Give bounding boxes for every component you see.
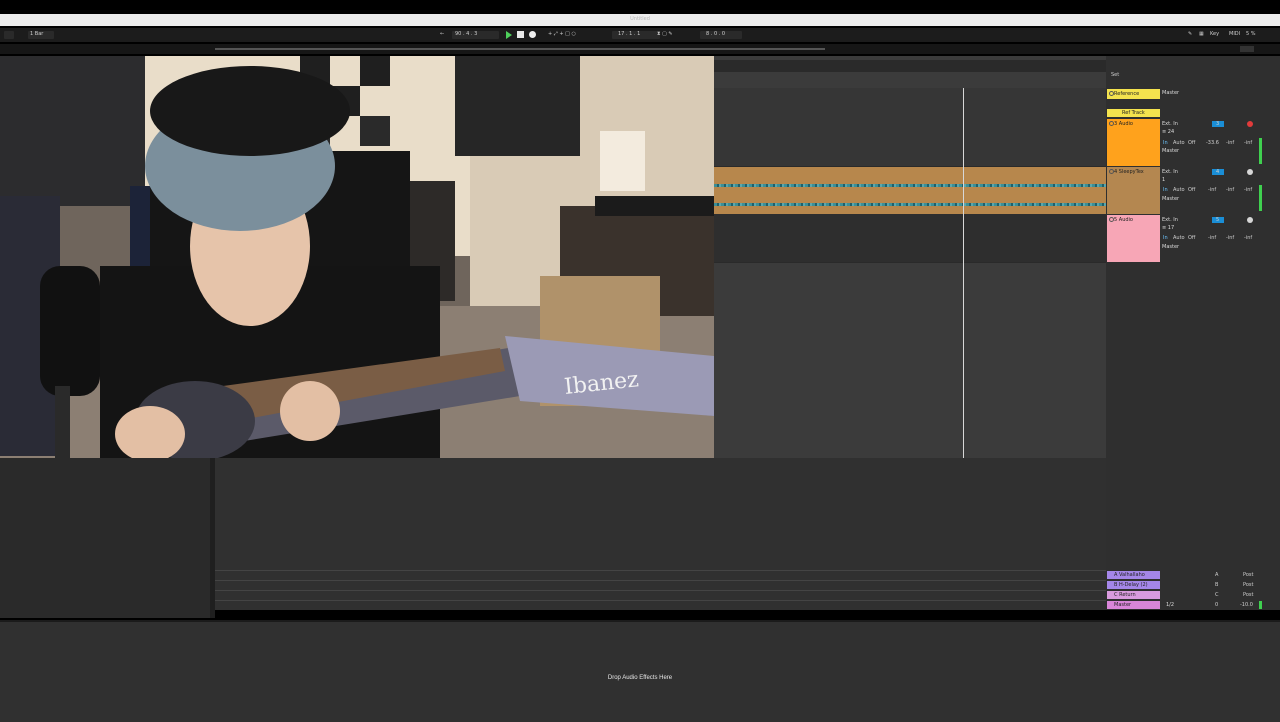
track5-volume[interactable]: -inf: [1208, 235, 1216, 241]
loop-icons[interactable]: + ⤢ + □ ○: [548, 31, 576, 37]
webcam-scene: Ibanez: [0, 56, 714, 458]
title-bar: Untitled: [0, 14, 1280, 26]
track3-input-select[interactable]: Ext. In: [1162, 121, 1178, 127]
panel-divider[interactable]: [210, 458, 215, 618]
webcam-video: Ibanez: [0, 56, 714, 458]
master-meter: [1259, 601, 1262, 609]
track3-output-select[interactable]: Master: [1162, 148, 1179, 154]
track3-arm-button[interactable]: [1247, 121, 1253, 127]
track-header-ref-track[interactable]: Ref Track: [1107, 109, 1160, 117]
key-map-button[interactable]: Key: [1210, 31, 1219, 37]
master-header[interactable]: Master: [1107, 601, 1160, 609]
arrangement-overview[interactable]: [0, 44, 1280, 54]
track4-number[interactable]: 4: [1212, 169, 1224, 175]
stop-button[interactable]: [517, 31, 524, 38]
track4-monitor-in[interactable]: In: [1163, 187, 1168, 193]
key-map-icon[interactable]: ▦: [1199, 31, 1204, 37]
set-label: Set: [1111, 72, 1120, 78]
track-header-4-sleepytex[interactable]: 4 SleepyTex: [1107, 167, 1160, 214]
return-divider: [215, 570, 1106, 571]
midi-map-button[interactable]: MIDI: [1229, 31, 1240, 37]
track4-meter: [1259, 185, 1262, 211]
track5-arm-button[interactable]: [1247, 217, 1253, 223]
quantize-menu[interactable]: 1 Bar: [28, 31, 54, 39]
track5-monitor-off[interactable]: Off: [1188, 235, 1195, 241]
return-divider: [215, 580, 1106, 581]
loop-length-field[interactable]: 8 . 0 . 0: [700, 31, 742, 39]
track5-monitor-auto[interactable]: Auto: [1173, 235, 1185, 241]
return-a-letter[interactable]: A: [1215, 572, 1218, 578]
master-output-select[interactable]: 1/2: [1166, 602, 1174, 608]
track-lane-5-audio[interactable]: [714, 214, 1106, 263]
pencil-icon[interactable]: ✎: [1188, 31, 1192, 37]
track4-input-select[interactable]: Ext. In: [1162, 169, 1178, 175]
waveform-upper: [714, 184, 1106, 187]
track4-channel-select[interactable]: 1: [1162, 177, 1165, 183]
track5-output-select[interactable]: Master: [1162, 244, 1179, 250]
reference-output-select[interactable]: Master: [1162, 90, 1179, 96]
return-c-letter[interactable]: C: [1215, 592, 1219, 598]
track3-volume[interactable]: -33.6: [1206, 140, 1219, 146]
tempo-field[interactable]: 90 . 4 . 3: [452, 31, 499, 39]
draw-mode-icons[interactable]: ⧗ ▢ ✎: [657, 31, 673, 37]
view-toggle[interactable]: [1240, 46, 1254, 52]
track5-number[interactable]: 5: [1212, 217, 1224, 223]
return-header-b[interactable]: B H-Delay (2): [1107, 581, 1160, 589]
track3-monitor-in[interactable]: In: [1163, 140, 1168, 146]
window-title: Untitled: [630, 16, 650, 22]
track4-send-b[interactable]: -inf: [1244, 187, 1252, 193]
waveform-lower: [714, 203, 1106, 206]
browser-panel[interactable]: [0, 458, 210, 618]
position-field[interactable]: 17 . 1 . 1: [612, 31, 660, 39]
track3-meter: [1259, 138, 1262, 164]
track3-send-b[interactable]: -inf: [1244, 140, 1252, 146]
return-a-post[interactable]: Post: [1243, 572, 1253, 578]
device-view[interactable]: Drop Audio Effects Here: [0, 620, 1280, 722]
return-divider: [215, 590, 1106, 591]
track3-monitor-auto[interactable]: Auto: [1173, 140, 1185, 146]
return-header-a[interactable]: A Valhallaho: [1107, 571, 1160, 579]
track5-send-a[interactable]: -inf: [1226, 235, 1234, 241]
return-header-c[interactable]: C Return: [1107, 591, 1160, 599]
track4-volume[interactable]: -inf: [1208, 187, 1216, 193]
track-lane-reference[interactable]: [714, 88, 1106, 119]
track4-output-select[interactable]: Master: [1162, 196, 1179, 202]
control-bar: 1 Bar ← 90 . 4 . 3 + ⤢ + □ ○ 17 . 1 . 1 …: [0, 28, 1280, 42]
track5-channel-select[interactable]: ≡ 17: [1162, 225, 1174, 231]
time-ruler[interactable]: [714, 60, 1106, 72]
track-header-5-audio[interactable]: 5 Audio: [1107, 215, 1160, 262]
record-button[interactable]: [529, 31, 536, 38]
track-header-reference[interactable]: Reference: [1107, 89, 1160, 99]
track4-monitor-auto[interactable]: Auto: [1173, 187, 1185, 193]
return-b-post[interactable]: Post: [1243, 582, 1253, 588]
return-b-letter[interactable]: B: [1215, 582, 1218, 588]
track3-monitor-off[interactable]: Off: [1188, 140, 1195, 146]
track5-input-select[interactable]: Ext. In: [1162, 217, 1178, 223]
track3-number[interactable]: 3: [1212, 121, 1224, 127]
track-lane-3-audio[interactable]: [714, 118, 1106, 167]
audio-clip[interactable]: [714, 167, 1106, 214]
drop-effects-hint: Drop Audio Effects Here: [607, 675, 673, 681]
track5-send-b[interactable]: -inf: [1244, 235, 1252, 241]
cpu-meter: 5 %: [1246, 31, 1256, 37]
track-header-3-audio[interactable]: 3 Audio: [1107, 119, 1160, 166]
overview-range[interactable]: [215, 48, 825, 50]
arrow-left-icon[interactable]: ←: [440, 31, 444, 37]
return-divider: [215, 600, 1106, 601]
track4-arm-button[interactable]: [1247, 169, 1253, 175]
track4-monitor-off[interactable]: Off: [1188, 187, 1195, 193]
master-volume[interactable]: -10.0: [1240, 602, 1253, 608]
follow-toggle[interactable]: [4, 31, 14, 39]
play-button[interactable]: [506, 31, 512, 39]
return-c-post[interactable]: Post: [1243, 592, 1253, 598]
track3-channel-select[interactable]: ≡ 24: [1162, 129, 1174, 135]
track5-monitor-in[interactable]: In: [1163, 235, 1168, 241]
master-number[interactable]: 0: [1215, 602, 1218, 608]
track4-send-a[interactable]: -inf: [1226, 187, 1234, 193]
track3-send-a[interactable]: -inf: [1226, 140, 1234, 146]
empty-arrangement-area[interactable]: [215, 458, 1106, 610]
